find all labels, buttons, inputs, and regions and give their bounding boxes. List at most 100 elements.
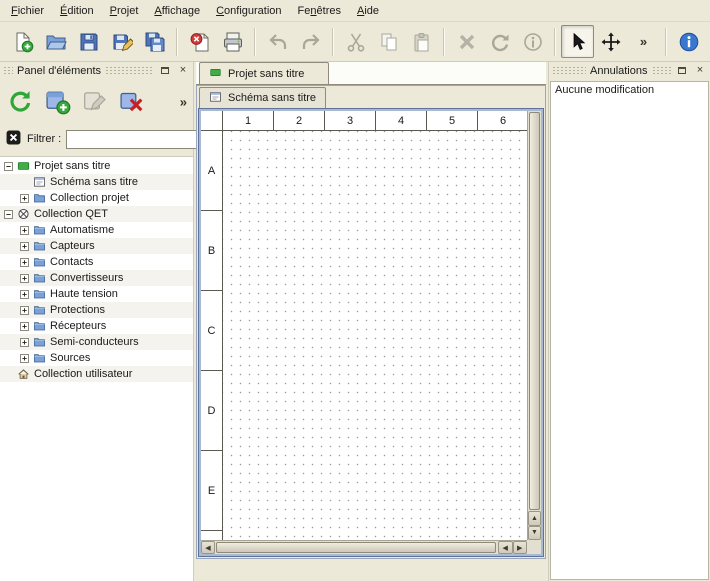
print-button[interactable] bbox=[216, 25, 249, 58]
save-button[interactable] bbox=[72, 25, 105, 58]
menu-item-affichage[interactable]: Affichage bbox=[146, 0, 208, 21]
right-dock-float-button[interactable] bbox=[675, 64, 689, 78]
left-dock-float-button[interactable] bbox=[158, 64, 172, 78]
tree-item-automatisme[interactable]: +Automatisme bbox=[0, 222, 193, 238]
move-mode-button[interactable] bbox=[594, 25, 627, 58]
reload-collections-button[interactable] bbox=[2, 82, 38, 120]
dock-texture bbox=[3, 66, 13, 75]
cut-button bbox=[339, 25, 372, 58]
collapse-icon[interactable]: − bbox=[4, 210, 13, 219]
paste-button bbox=[405, 25, 438, 58]
tree-item-protections[interactable]: +Protections bbox=[0, 302, 193, 318]
tree-item-label: Capteurs bbox=[50, 240, 99, 252]
tree-item-label: Haute tension bbox=[50, 288, 122, 300]
main-toolbar: » bbox=[0, 22, 710, 62]
tree-item-sources[interactable]: + Sources bbox=[0, 350, 193, 366]
tree-item-label: Schéma sans titre bbox=[50, 176, 142, 188]
tree-item-convertisseurs[interactable]: + Convertisseurs bbox=[0, 270, 193, 286]
tree-item-semi-conducteurs[interactable]: +Semi-conducteurs bbox=[0, 334, 193, 350]
new-project-button[interactable] bbox=[6, 25, 39, 58]
scroll-down-button[interactable]: ▼ bbox=[528, 526, 541, 541]
schema-icon bbox=[209, 91, 222, 103]
tree-item-collection-qet[interactable]: −Collection QET bbox=[0, 206, 193, 222]
menu-item-aide[interactable]: Aide bbox=[349, 0, 387, 21]
schema-tab[interactable]: Schéma sans titre bbox=[199, 87, 326, 108]
expand-icon[interactable]: + bbox=[20, 242, 29, 251]
close-project-button[interactable] bbox=[183, 25, 216, 58]
save-all-button[interactable] bbox=[138, 25, 171, 58]
tree-item-collection-projet[interactable]: +Collection projet bbox=[0, 190, 193, 206]
panel-overflow-button[interactable]: » bbox=[180, 95, 187, 110]
horizontal-scrollbar[interactable]: ◀ ◀ ▶ bbox=[201, 540, 527, 554]
schema-view: 123456 ABCDE ▲ ▼ ◀ ◀ bbox=[201, 111, 541, 554]
left-dock-titlebar[interactable]: Panel d'éléments × bbox=[0, 62, 193, 79]
vertical-scroll-thumb[interactable] bbox=[529, 112, 540, 510]
tree-item-haute-tension[interactable]: + Haute tension bbox=[0, 286, 193, 302]
left-dock-close-button[interactable]: × bbox=[176, 64, 190, 78]
scroll-up-icon: ▲ bbox=[531, 515, 538, 522]
vertical-scroll-buttons: ▲ ▼ bbox=[528, 511, 541, 540]
expand-icon[interactable]: + bbox=[20, 258, 29, 267]
vertical-scrollbar[interactable]: ▲ ▼ bbox=[527, 111, 541, 540]
scroll-left-icon: ◀ bbox=[205, 544, 210, 552]
expand-icon[interactable]: + bbox=[20, 354, 29, 363]
project-tab[interactable]: Projet sans titre bbox=[199, 62, 329, 84]
save-as-button[interactable] bbox=[105, 25, 138, 58]
folder-icon bbox=[33, 336, 46, 348]
scroll-left-button-alt[interactable]: ◀ bbox=[498, 541, 513, 554]
project-tabbar: Projet sans titre bbox=[196, 62, 546, 85]
toolbar-separator bbox=[554, 28, 556, 56]
new-element-button[interactable] bbox=[39, 82, 75, 120]
menu-item-fenetres[interactable]: Fenêtres bbox=[290, 0, 349, 21]
expand-icon[interactable]: + bbox=[20, 306, 29, 315]
folder-open-icon bbox=[45, 31, 67, 53]
open-project-button[interactable] bbox=[39, 25, 72, 58]
schema-tabbar: Schéma sans titre bbox=[197, 86, 545, 108]
copy-button bbox=[372, 25, 405, 58]
tree-item-label: Sources bbox=[50, 352, 94, 364]
tree-item-label: Collection utilisateur bbox=[34, 368, 136, 380]
menu-item-fichier[interactable]: Fichier bbox=[3, 0, 52, 21]
scroll-right-button[interactable]: ▶ bbox=[513, 541, 528, 554]
right-dock-close-button[interactable]: × bbox=[693, 64, 707, 78]
toolbar-separator bbox=[176, 28, 178, 56]
mdi-area: Projet sans titre Schéma sans titre 1234… bbox=[196, 62, 546, 581]
toolbar-overflow-button[interactable]: » bbox=[627, 25, 660, 58]
redo-icon bbox=[300, 31, 322, 53]
float-icon bbox=[161, 67, 169, 74]
menu-item-projet[interactable]: Projet bbox=[102, 0, 147, 21]
tree-item-label: Récepteurs bbox=[50, 320, 110, 332]
column-label-6: 6 bbox=[478, 111, 527, 130]
tree-item-schema-sans-titre[interactable]: Schéma sans titre bbox=[0, 174, 193, 190]
scroll-up-button[interactable]: ▲ bbox=[528, 511, 541, 526]
tree-item-contacts[interactable]: +Contacts bbox=[0, 254, 193, 270]
right-dock-titlebar[interactable]: Annulations × bbox=[549, 62, 710, 79]
delete-element-button[interactable] bbox=[113, 82, 149, 120]
expand-icon[interactable]: + bbox=[20, 290, 29, 299]
expand-icon[interactable]: + bbox=[20, 226, 29, 235]
clear-filter-button[interactable] bbox=[5, 129, 22, 149]
expand-icon[interactable]: + bbox=[20, 274, 29, 283]
filter-input[interactable] bbox=[66, 130, 216, 149]
tree-item-recepteurs[interactable]: + Récepteurs bbox=[0, 318, 193, 334]
schema-canvas[interactable] bbox=[223, 131, 527, 540]
collapse-icon[interactable]: − bbox=[4, 162, 13, 171]
expand-icon[interactable]: + bbox=[20, 194, 29, 203]
tree-item-projet-sans-titre[interactable]: −Projet sans titre bbox=[0, 158, 193, 174]
tree-item-label: Convertisseurs bbox=[50, 272, 127, 284]
menu-item-configuration[interactable]: Configuration bbox=[208, 0, 289, 21]
folder-icon bbox=[33, 240, 46, 252]
tree-item-capteurs[interactable]: + Capteurs bbox=[0, 238, 193, 254]
close-icon: × bbox=[180, 65, 186, 76]
element-tree: −Projet sans titreSchéma sans titre+Coll… bbox=[0, 156, 193, 581]
scroll-left-button[interactable]: ◀ bbox=[201, 541, 215, 554]
menu-item-edition[interactable]: Édition bbox=[52, 0, 102, 21]
select-mode-button[interactable] bbox=[561, 25, 594, 58]
scroll-left-icon: ◀ bbox=[503, 544, 508, 552]
about-qet-button[interactable] bbox=[672, 25, 705, 58]
undo-list[interactable]: Aucune modification bbox=[550, 81, 709, 580]
horizontal-scroll-thumb[interactable] bbox=[216, 542, 496, 553]
expand-icon[interactable]: + bbox=[20, 338, 29, 347]
tree-item-collection-utilisateur[interactable]: Collection utilisateur bbox=[0, 366, 193, 382]
expand-icon[interactable]: + bbox=[20, 322, 29, 331]
